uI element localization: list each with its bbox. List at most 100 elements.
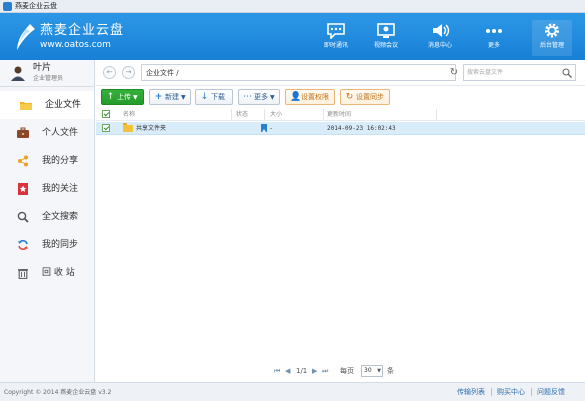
set-sync-label: 设置同步 — [356, 93, 384, 101]
prev-page-icon[interactable]: ◀ — [285, 366, 290, 377]
feedback-link[interactable]: 问题反馈 — [537, 387, 565, 397]
first-page-icon[interactable]: ⏮ — [274, 366, 280, 377]
upload-button[interactable]: ↑ 上传 ▼ — [101, 89, 144, 105]
new-button[interactable]: + 新建 ▼ — [149, 89, 191, 105]
user-panel[interactable]: 叶片 企业管理员 — [0, 60, 94, 87]
folder-icon — [123, 123, 133, 132]
column-divider — [323, 109, 324, 120]
set-sync-button[interactable]: ↻ 设置同步 — [340, 89, 390, 105]
column-divider — [264, 109, 265, 120]
row-size: - — [270, 125, 273, 132]
app-header: 燕麦企业云盘 www.oatos.com 即时通讯 视频会议 消息中心 更多 后… — [0, 13, 585, 60]
app-icon — [3, 2, 12, 11]
row-updated: 2014-09-23 16:02:43 — [327, 125, 396, 132]
sidebar-item-full-text-search[interactable]: 全文搜索 — [0, 203, 94, 231]
next-page-icon[interactable]: ▶ — [312, 366, 317, 377]
avatar — [11, 66, 25, 81]
status-bar: Copyright © 2014 燕麦企业云盘 v3.2 传输列表 购买中心 问… — [0, 382, 585, 401]
sync-icon: ↻ — [345, 92, 354, 102]
video-meeting-button[interactable]: 视频会议 — [366, 20, 406, 56]
refresh-button[interactable]: ↻ — [448, 64, 460, 81]
upload-label: 上传 — [117, 93, 131, 101]
follow-bookmark-icon[interactable] — [261, 124, 267, 132]
sidebar-item-label: 回 收 站 — [42, 268, 75, 278]
forward-button[interactable]: → — [122, 66, 135, 79]
pagination: ⏮ ◀ 1/1 ▶ ⏭ 每页 30 ▼ 条 — [96, 361, 585, 382]
chevron-right-icon: → — [125, 68, 132, 76]
instant-message-label: 即时通讯 — [323, 42, 348, 49]
chevron-down-icon: ▼ — [133, 94, 138, 101]
more-button[interactable]: 更多 — [474, 20, 514, 56]
sidebar-item-recycle-bin[interactable]: 回 收 站 — [0, 259, 94, 287]
instant-message-button[interactable]: 即时通讯 — [316, 20, 356, 56]
path-bar: ← → 企业文件 / ↻ — [96, 60, 585, 86]
download-button[interactable]: ↓ 下载 — [195, 89, 233, 105]
sidebar-item-my-sync[interactable]: 我的同步 — [0, 231, 94, 259]
chevron-down-icon: ▼ — [181, 94, 186, 101]
per-page-value: 30 — [364, 367, 372, 374]
per-page-unit: 条 — [387, 367, 394, 375]
share-icon — [18, 155, 28, 167]
row-checkbox[interactable] — [102, 124, 110, 132]
message-center-button[interactable]: 消息中心 — [420, 20, 460, 56]
brand-name: 燕麦企业云盘 — [40, 23, 125, 38]
last-page-icon[interactable]: ⏭ — [322, 366, 328, 377]
search-icon[interactable] — [562, 68, 572, 78]
column-header-size[interactable]: 大小 — [270, 110, 282, 119]
chevron-down-icon: ▼ — [270, 94, 275, 101]
download-label: 下载 — [211, 93, 225, 101]
briefcase-icon — [17, 127, 29, 138]
permissions-icon: 👤 — [290, 92, 302, 102]
message-center-label: 消息中心 — [427, 42, 452, 49]
upload-icon: ↑ — [106, 92, 115, 102]
more-icon: ⋯ — [243, 92, 252, 102]
sync-icon — [18, 240, 28, 250]
gear-icon — [545, 23, 559, 38]
select-all-checkbox[interactable] — [102, 110, 110, 118]
more-label: 更多 — [487, 42, 500, 49]
sidebar-item-label: 全文搜索 — [42, 212, 79, 222]
video-meeting-label: 视频会议 — [373, 42, 398, 49]
per-page-select[interactable]: 30 ▼ — [361, 365, 383, 377]
brand-url: www.oatos.com — [40, 40, 111, 50]
user-name: 叶片 — [33, 63, 52, 73]
speaker-icon — [433, 24, 450, 37]
chevron-left-icon: ← — [106, 68, 113, 76]
column-header-name[interactable]: 名称 — [123, 110, 135, 119]
more-actions-button[interactable]: ⋯ 更多 ▼ — [238, 89, 280, 105]
sidebar-item-my-follows[interactable]: 我的关注 — [0, 175, 94, 203]
folder-icon — [20, 102, 32, 110]
search-icon — [17, 211, 29, 223]
search-box — [463, 64, 576, 81]
breadcrumb[interactable]: 企业文件 / — [141, 64, 456, 81]
row-name[interactable]: 共享文件夹 — [136, 124, 166, 133]
set-permissions-button[interactable]: 👤 设置权限 — [285, 89, 335, 105]
column-divider — [436, 109, 437, 120]
more-actions-label: 更多 — [254, 93, 268, 101]
sidebar-item-label: 企业文件 — [45, 100, 82, 110]
admin-console-button[interactable]: 后台管理 — [532, 20, 572, 56]
per-page-label: 每页 — [340, 367, 354, 375]
user-role: 企业管理员 — [33, 75, 64, 82]
back-button[interactable]: ← — [103, 66, 116, 79]
sidebar-item-my-shares[interactable]: 我的分享 — [0, 147, 94, 175]
chat-icon — [327, 23, 345, 39]
sidebar-nav: 企业文件 个人文件 我的分享 我的关注 全文搜索 我的同步 回 收 站 — [0, 91, 94, 287]
purchase-center-link[interactable]: 购买中心 — [497, 387, 525, 397]
admin-console-label: 后台管理 — [539, 42, 564, 49]
search-input[interactable] — [467, 67, 559, 78]
sidebar-item-personal-files[interactable]: 个人文件 — [0, 119, 94, 147]
sidebar-item-enterprise-files[interactable]: 企业文件 — [0, 91, 94, 119]
video-meeting-icon — [377, 23, 395, 38]
table-header: 名称 状态 大小 更新时间 — [96, 108, 585, 121]
table-row[interactable]: 共享文件夹 - 2014-09-23 16:02:43 — [96, 122, 585, 135]
status-divider — [491, 388, 492, 396]
column-header-status[interactable]: 状态 — [236, 110, 248, 119]
chevron-down-icon: ▼ — [377, 368, 381, 374]
file-toolbar: ↑ 上传 ▼ + 新建 ▼ ↓ 下载 ⋯ 更多 ▼ 👤 设置权限 ↻ 设置同步 — [96, 86, 585, 108]
oatos-logo-icon — [17, 24, 35, 50]
column-header-updated[interactable]: 更新时间 — [327, 110, 351, 119]
transfer-list-link[interactable]: 传输列表 — [457, 387, 485, 397]
status-divider — [531, 388, 532, 396]
new-label: 新建 — [165, 93, 179, 101]
